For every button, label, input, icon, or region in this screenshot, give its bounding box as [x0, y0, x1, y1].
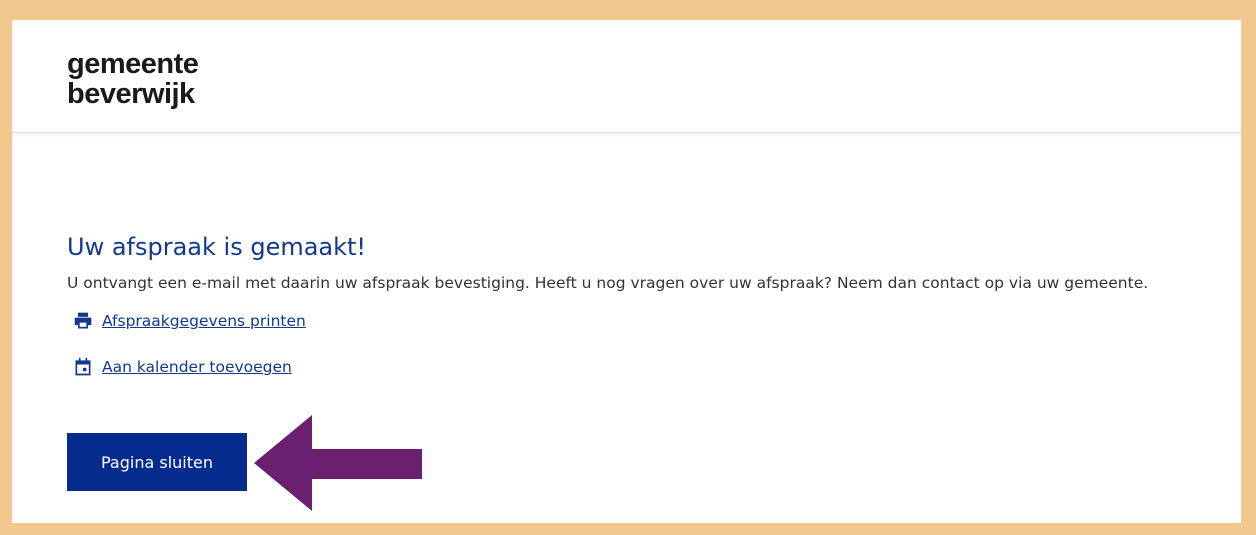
add-to-calendar-link[interactable]: Aan kalender toevoegen [102, 358, 292, 376]
calendar-link-row: Aan kalender toevoegen [73, 357, 1241, 377]
site-header: gemeente beverwijk [12, 20, 1241, 133]
page-frame: gemeente beverwijk Uw afspraak is gemaak… [12, 20, 1241, 523]
confirmation-content: Uw afspraak is gemaakt! U ontvangt een e… [67, 230, 1241, 377]
page-title: Uw afspraak is gemaakt! [67, 233, 367, 261]
close-page-button[interactable]: Pagina sluiten [67, 433, 247, 491]
printer-icon[interactable] [73, 311, 93, 331]
print-link-row: Afspraakgegevens printen [73, 311, 1241, 331]
logo-line-1: gemeente [67, 48, 199, 80]
logo-line-2: beverwijk [67, 78, 195, 110]
calendar-icon[interactable] [73, 357, 93, 377]
print-appointment-link[interactable]: Afspraakgegevens printen [102, 312, 306, 330]
annotation-arrow [254, 415, 422, 511]
confirmation-description: U ontvangt een e-mail met daarin uw afsp… [67, 274, 1149, 292]
gemeente-beverwijk-logo[interactable]: gemeente beverwijk [67, 48, 199, 110]
